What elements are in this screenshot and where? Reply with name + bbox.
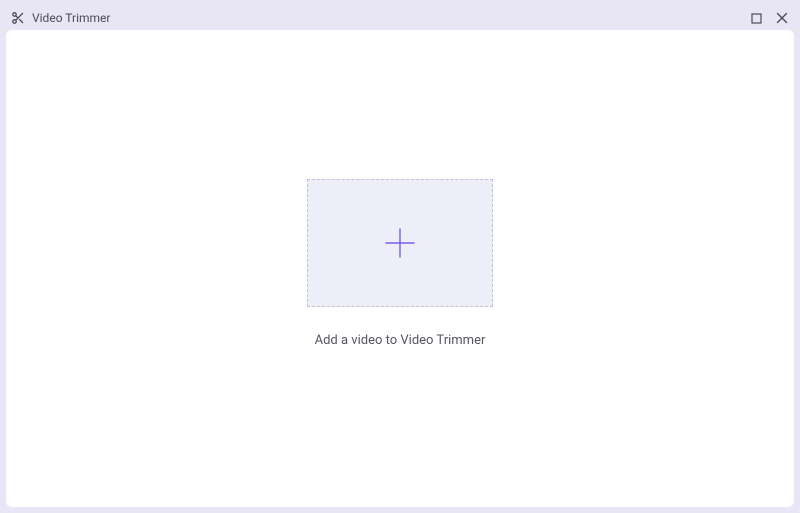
scissors-icon [10,10,26,26]
plus-icon [380,223,420,263]
title-left: Video Trimmer [10,10,110,26]
add-video-prompt: Add a video to Video Trimmer [315,333,486,348]
maximize-button[interactable] [748,10,764,26]
content-area: Add a video to Video Trimmer [6,30,794,507]
window-controls [748,10,790,26]
close-button[interactable] [774,10,790,26]
app-title: Video Trimmer [32,11,110,25]
add-video-dropzone[interactable] [307,179,493,307]
title-bar: Video Trimmer [6,6,794,30]
